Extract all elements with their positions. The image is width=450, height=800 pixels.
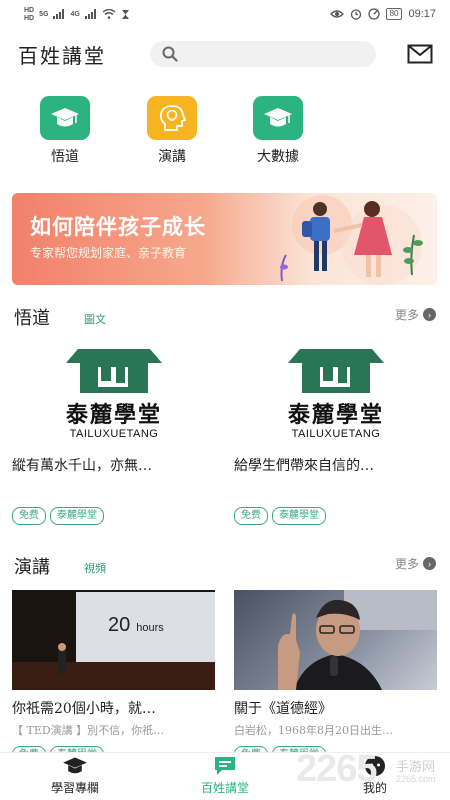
tab-home[interactable]: 百姓講堂: [180, 755, 270, 796]
tab-label: 百姓講堂: [200, 781, 249, 795]
slide-text: 20 hours: [108, 614, 164, 637]
tag-author: 泰麓學堂: [272, 507, 326, 525]
banner-subtitle: 专家帮您规划家庭、亲子教育: [30, 246, 187, 260]
chat-bubble-icon: [215, 757, 235, 775]
card-title: 縱有萬水千山，亦無…: [12, 458, 152, 474]
more-link[interactable]: 更多 ›: [395, 306, 436, 323]
nav-label: 悟道: [51, 149, 79, 165]
network-4g-label: 4G: [70, 10, 80, 18]
card-subtitle: 白岩松，1968年8月20日出生…: [234, 724, 393, 737]
signal-icon: [53, 9, 65, 19]
section-header-yanjiang: 演講 視頻 更多 ›: [14, 553, 436, 578]
sim-indicators: HD HD: [24, 7, 34, 22]
slide-word: hours: [136, 622, 164, 634]
search-bar[interactable]: [150, 41, 376, 67]
section-title: 演講: [14, 557, 50, 578]
section-title: 悟道: [14, 308, 50, 329]
section-header-wudao: 悟道 圖文 更多 ›: [14, 304, 436, 329]
graduation-cap-icon: [63, 757, 87, 774]
section-tag: 視頻: [84, 562, 106, 575]
more-label: 更多: [394, 308, 419, 322]
card-title: 關于《道德經》: [234, 701, 332, 717]
nav-item-big-data[interactable]: 大數據: [243, 96, 313, 166]
chevron-right-icon: ›: [423, 308, 436, 321]
logo-pinyin: TAILUXUETANG: [291, 428, 381, 440]
logo-name: 泰麓學堂: [287, 402, 384, 428]
speaker-figure: [58, 648, 66, 674]
school-logo-icon: [66, 349, 162, 393]
speaker-photo: [278, 590, 437, 690]
tab-study-column[interactable]: 學習專欄: [30, 755, 120, 796]
search-input[interactable]: [184, 47, 364, 61]
search-icon: [162, 46, 178, 62]
nav-item-wudao[interactable]: 悟道: [30, 96, 100, 166]
video-card[interactable]: 關于《道德經》 白岩松，1968年8月20日出生… 免费 泰麓學堂: [234, 590, 438, 764]
battery-indicator: 80: [385, 8, 403, 20]
card-subtitle: 【 TED演講 】別不信，你祇…: [12, 724, 165, 737]
logo-name: 泰麓學堂: [65, 402, 162, 428]
card-title: 你祇需20個小時，就…: [12, 701, 156, 717]
section-tag: 圖文: [84, 313, 106, 326]
wifi-icon: [102, 9, 116, 19]
nav-item-yanjiang[interactable]: 演講: [137, 96, 207, 166]
promo-banner[interactable]: 如何陪伴孩子成长 专家帮您规划家庭、亲子教育: [12, 193, 437, 285]
status-left: HD HD 5G 4G: [24, 7, 130, 22]
watermark-brand: 2265: [296, 748, 378, 790]
signal-icon: [84, 9, 96, 19]
card-tags: 免费 泰麓學堂: [12, 507, 216, 525]
watermark-text: 手游网: [396, 759, 436, 774]
logo-pinyin: TAILUXUETANG: [69, 428, 159, 440]
video-thumbnail: [234, 590, 437, 690]
parent-child-illustration: [280, 195, 423, 285]
nav-label: 演講: [158, 149, 186, 165]
slide-number: 20: [108, 614, 131, 636]
sim2-label: HD: [24, 14, 35, 22]
clock: 09:17: [408, 8, 436, 20]
card-title: 給學生們帶來自信的…: [234, 458, 374, 474]
bottom-tab-bar: 學習專欄 百姓講堂 我的: [0, 752, 450, 800]
speaker-head: [58, 643, 66, 651]
card-tags: 免费 泰麓學堂: [234, 507, 438, 525]
graduation-cap-icon: [40, 96, 90, 140]
tag-author: 泰麓學堂: [50, 507, 104, 525]
more-label: 更多: [394, 557, 419, 571]
eye-icon: [329, 10, 344, 18]
video-thumbnail: 20 hours: [12, 590, 215, 690]
article-card[interactable]: 泰麓學堂 TAILUXUETANG 縱有萬水千山，亦無… 免费 泰麓學堂: [12, 347, 216, 525]
card-logo: 泰麓學堂 TAILUXUETANG: [234, 347, 438, 447]
status-right: 80 09:17: [329, 8, 436, 20]
card-logo: 泰麓學堂 TAILUXUETANG: [12, 347, 216, 447]
graduation-cap-icon: [253, 96, 303, 140]
stage-floor: [12, 662, 215, 690]
speedometer-icon: [367, 8, 380, 20]
chevron-right-icon: ›: [423, 557, 436, 570]
alarm-icon: [350, 9, 361, 20]
article-card[interactable]: 泰麓學堂 TAILUXUETANG 給學生們帶來自信的… 免费 泰麓學堂: [234, 347, 438, 525]
nav-label: 大數據: [257, 149, 299, 165]
lightbulb-head-icon: [147, 96, 197, 140]
hourglass-icon: [121, 9, 129, 19]
watermark-domain: 2265.com: [396, 774, 436, 784]
school-logo-icon: [288, 349, 384, 393]
mail-icon: [407, 44, 433, 64]
banner-title: 如何陪伴孩子成长: [30, 216, 206, 239]
app-title: 百姓講堂: [18, 43, 106, 68]
sim1-label: HD: [24, 6, 35, 14]
app-header: 百姓講堂: [0, 34, 450, 74]
status-bar: HD HD 5G 4G 80 09:17: [0, 0, 450, 28]
tab-label: 學習專欄: [50, 781, 99, 795]
tag-free: 免费: [234, 507, 268, 525]
more-link[interactable]: 更多 ›: [395, 555, 436, 572]
network-5g-label: 5G: [39, 10, 49, 18]
messages-button[interactable]: [406, 40, 434, 68]
site-watermark: 2265 手游网 2265.com: [296, 748, 436, 791]
tag-free: 免费: [12, 507, 46, 525]
video-card[interactable]: 20 hours 你祇需20個小時，就… 【 TED演講 】別不信，你祇… 免费…: [12, 590, 216, 764]
